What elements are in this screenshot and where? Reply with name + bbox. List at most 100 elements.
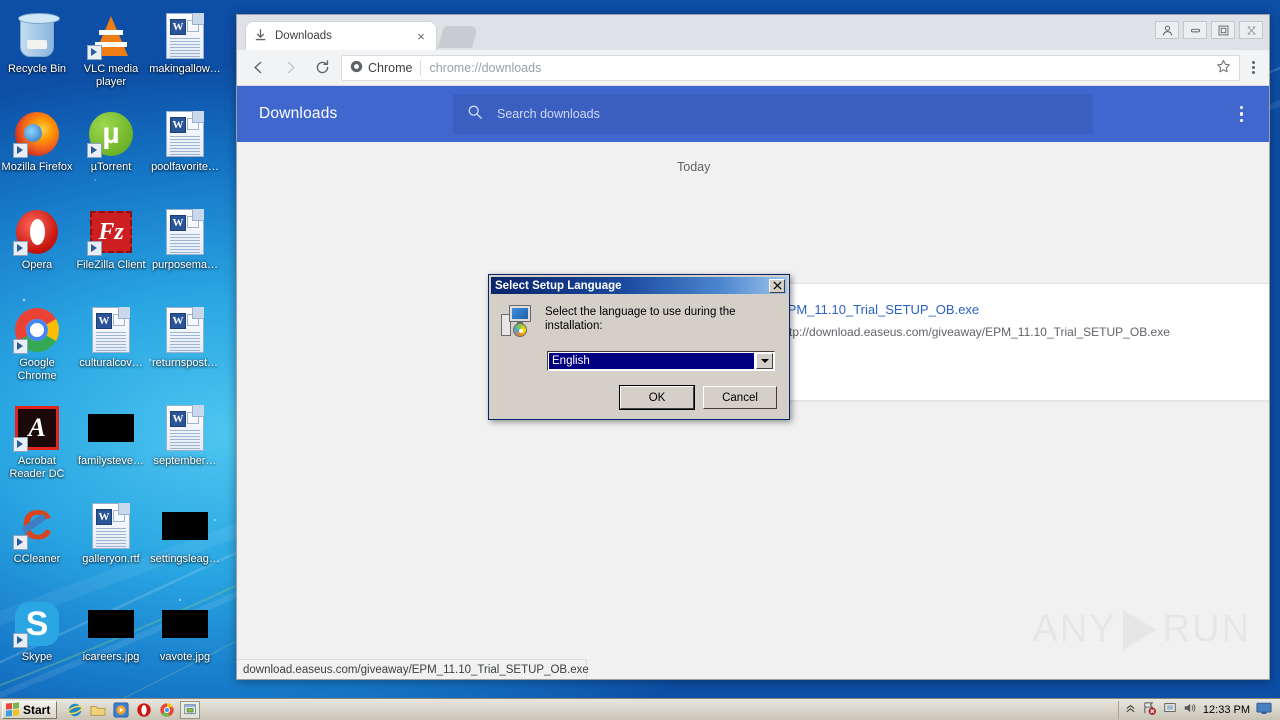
- utorrent-icon: µ: [87, 110, 135, 158]
- reload-button[interactable]: [309, 55, 335, 81]
- desktop-icon-returnspost-doc[interactable]: W returnspost…: [148, 302, 222, 400]
- desktop-icon-label: purposema…: [151, 259, 219, 271]
- start-button[interactable]: Start: [2, 700, 58, 719]
- skype-icon: S: [13, 600, 61, 648]
- back-button[interactable]: [245, 55, 271, 81]
- filezilla-icon: Fz: [87, 208, 135, 256]
- internet-explorer-icon[interactable]: [65, 701, 85, 719]
- word-document-icon: W: [161, 208, 209, 256]
- desktop-icon-label: returnspost…: [151, 357, 219, 369]
- shortcut-overlay-icon: [87, 45, 102, 60]
- bookmark-star-icon[interactable]: [1216, 59, 1231, 77]
- desktop-icon-label: september…: [153, 455, 217, 467]
- word-document-icon: W: [161, 404, 209, 452]
- desktop-icon-recycle-bin[interactable]: Recycle Bin: [0, 8, 74, 106]
- desktop-icon-label: galleryon.rtf: [82, 553, 140, 565]
- word-document-icon: W: [87, 502, 135, 550]
- omnibox-separator: [420, 59, 422, 76]
- firefox-icon: [13, 110, 61, 158]
- clock[interactable]: 12:33 PM: [1203, 704, 1250, 716]
- search-downloads-input[interactable]: Search downloads: [453, 94, 1093, 134]
- cancel-button[interactable]: Cancel: [703, 386, 777, 409]
- chevron-down-icon[interactable]: [756, 353, 773, 369]
- downloads-header: Downloads Search downloads: [237, 86, 1269, 142]
- address-bar[interactable]: Chrome chrome://downloads: [341, 54, 1240, 81]
- language-select[interactable]: English: [547, 351, 775, 371]
- desktop-icon-label: Skype: [21, 651, 53, 663]
- opera-icon[interactable]: [134, 701, 154, 719]
- ok-button[interactable]: OK: [619, 385, 695, 410]
- windows-logo-icon: [6, 702, 19, 717]
- minimize-button[interactable]: [1183, 21, 1207, 39]
- desktop-icon-skype[interactable]: S Skype: [0, 596, 74, 694]
- tab-downloads[interactable]: Downloads ×: [245, 21, 437, 50]
- new-tab-button[interactable]: [437, 26, 479, 48]
- desktop-icon-september-doc[interactable]: W september…: [148, 400, 222, 498]
- url-text: chrome://downloads: [429, 60, 542, 75]
- desktop-icon-label: makingallow…: [149, 63, 221, 75]
- dialog-title: Select Setup Language: [495, 279, 622, 292]
- desktop-icon-label: Acrobat Reader DC: [9, 455, 65, 480]
- show-hidden-icons-button[interactable]: [1125, 703, 1136, 717]
- desktop-icon-opera[interactable]: Opera: [0, 204, 74, 302]
- desktop-icon-label: VLC media player: [83, 63, 139, 88]
- desktop-icon-label: Google Chrome: [17, 357, 57, 382]
- word-document-icon: W: [161, 110, 209, 158]
- status-bar: download.easeus.com/giveaway/EPM_11.10_T…: [237, 659, 589, 679]
- action-center-icon[interactable]: [1163, 701, 1177, 718]
- desktop-icon-filezilla-client[interactable]: Fz FileZilla Client: [74, 204, 148, 302]
- desktop-icon-google-chrome[interactable]: Google Chrome: [0, 302, 74, 400]
- start-button-label: Start: [23, 702, 51, 717]
- profile-button[interactable]: [1155, 21, 1179, 39]
- windows-explorer-icon[interactable]: [88, 701, 108, 719]
- anyrun-watermark: ANY RUN: [1033, 608, 1251, 651]
- word-document-icon: W: [87, 306, 135, 354]
- forward-button[interactable]: [277, 55, 303, 81]
- downloads-menu-button[interactable]: [1239, 105, 1248, 123]
- chrome-icon[interactable]: [157, 701, 177, 719]
- language-select-value: English: [549, 353, 754, 369]
- desktop-icon-galleryon-rtf[interactable]: W galleryon.rtf: [74, 498, 148, 596]
- desktop-icon-ccleaner[interactable]: CCleaner: [0, 498, 74, 596]
- dialog-close-button[interactable]: [769, 278, 785, 293]
- volume-icon[interactable]: [1183, 701, 1197, 718]
- dialog-buttons: OK Cancel: [619, 385, 777, 410]
- desktop-icon-label: µTorrent: [90, 161, 132, 173]
- desktop-icon-vavote-jpg[interactable]: vavote.jpg: [148, 596, 222, 694]
- desktop-icon-utorrent[interactable]: µ µTorrent: [74, 106, 148, 204]
- downloads-list: Today: [237, 142, 1269, 174]
- desktop-icon-icareers-jpg[interactable]: icareers.jpg: [74, 596, 148, 694]
- chrome-menu-button[interactable]: [1246, 61, 1261, 74]
- desktop-icon-label: Mozilla Firefox: [1, 161, 73, 173]
- anyrun-watermark-left: ANY: [1033, 608, 1117, 651]
- opera-icon: [13, 208, 61, 256]
- desktop-icon-label: CCleaner: [13, 553, 61, 565]
- maximize-button[interactable]: [1211, 21, 1235, 39]
- network-icon[interactable]: [1142, 701, 1157, 718]
- chrome-logo-icon: [350, 60, 363, 76]
- desktop-icon-mozilla-firefox[interactable]: Mozilla Firefox: [0, 106, 74, 204]
- select-setup-language-dialog[interactable]: Select Setup Language Select the languag…: [488, 274, 790, 420]
- desktop-icon-settingsleag-image[interactable]: settingsleag…: [148, 498, 222, 596]
- taskbar-item-setup-installer[interactable]: [180, 700, 201, 719]
- dialog-message-line1: Select the language to use during the: [545, 306, 736, 318]
- dialog-message-line2: installation:: [545, 320, 603, 332]
- show-desktop-button[interactable]: [1256, 702, 1272, 718]
- desktop-icon-purposema-doc[interactable]: W purposema…: [148, 204, 222, 302]
- download-file-name[interactable]: EPM_11.10_Trial_SETUP_OB.exe: [779, 302, 1269, 317]
- desktop-icon-makingallow-doc[interactable]: W makingallow…: [148, 8, 222, 106]
- acrobat-reader-icon: A: [13, 404, 61, 452]
- desktop-icon-label: familysteve…: [77, 455, 145, 467]
- desktop-icon-culturalcov-doc[interactable]: W culturalcov…: [74, 302, 148, 400]
- image-thumbnail-icon: [87, 600, 135, 648]
- desktop-icon-acrobat-reader-dc[interactable]: A Acrobat Reader DC: [0, 400, 74, 498]
- media-player-icon[interactable]: [111, 701, 131, 719]
- site-identity: Chrome: [350, 60, 412, 76]
- search-placeholder: Search downloads: [497, 107, 600, 121]
- desktop-icon-vlc-media-player[interactable]: VLC media player: [74, 8, 148, 106]
- desktop-icon-poolfavorite-doc[interactable]: W poolfavorite…: [148, 106, 222, 204]
- tab-close-icon[interactable]: ×: [414, 29, 428, 44]
- desktop-icon-familysteve-image[interactable]: familysteve…: [74, 400, 148, 498]
- anyrun-watermark-right: RUN: [1163, 608, 1251, 651]
- close-button[interactable]: [1239, 21, 1263, 39]
